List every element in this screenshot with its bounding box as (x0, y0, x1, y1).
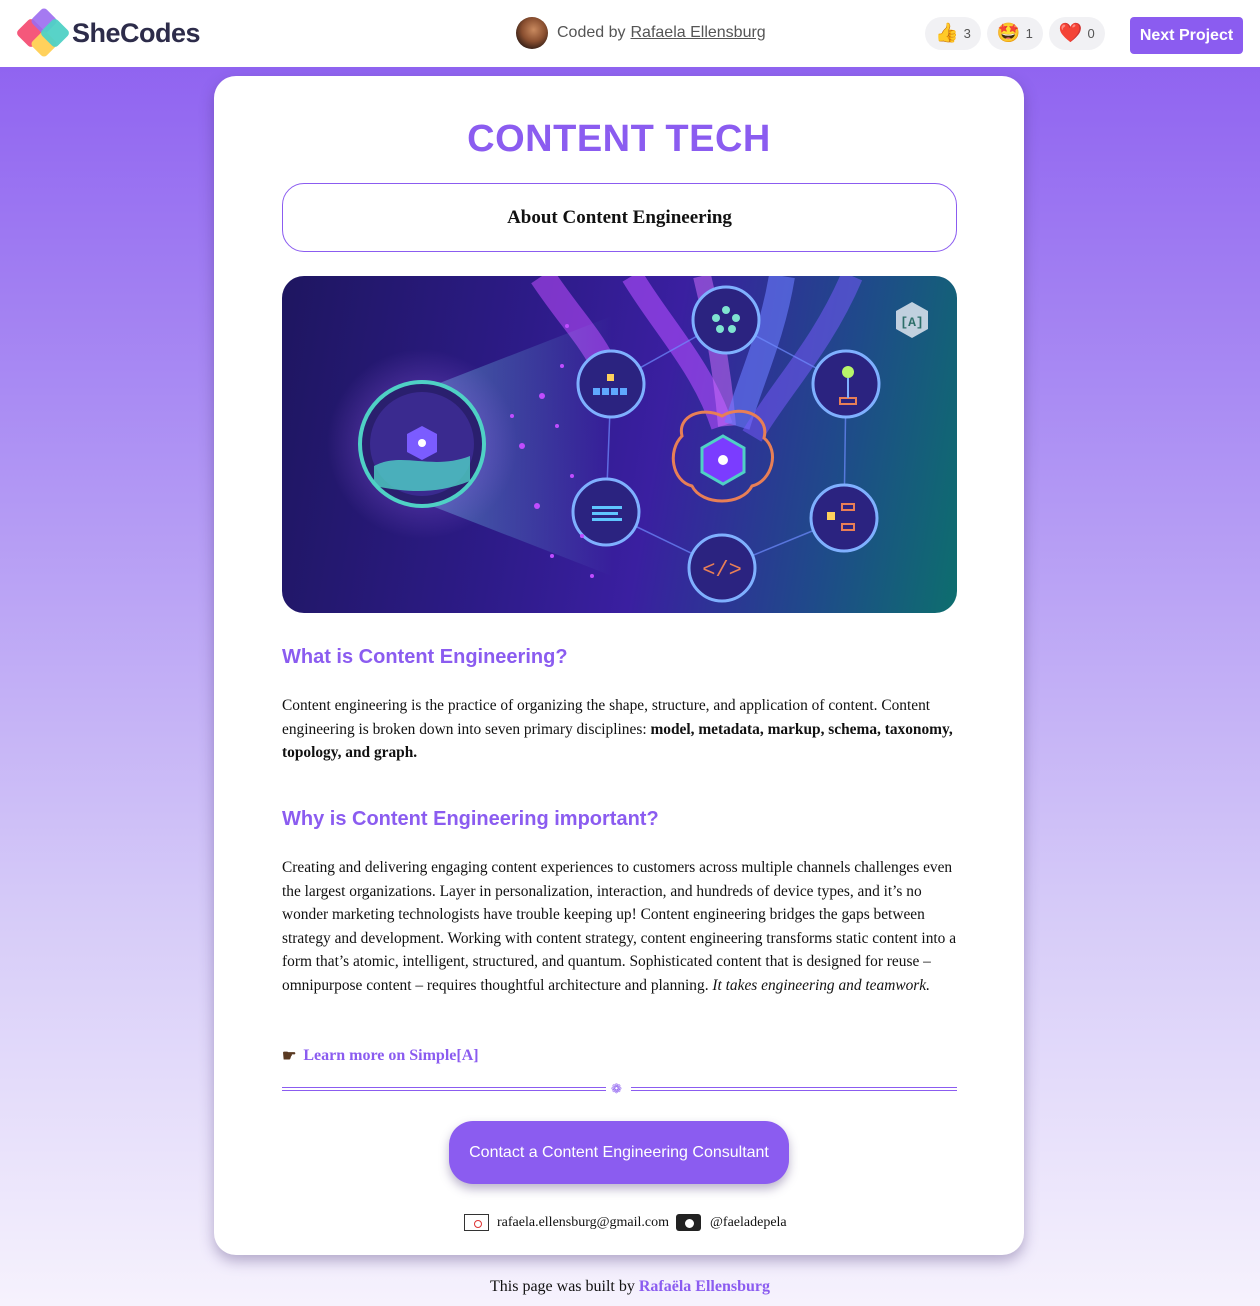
about-heading: About Content Engineering (507, 206, 732, 228)
reactions: 👍 3 🤩 1 ❤️ 0 (925, 17, 1105, 50)
reaction-thumbs-up[interactable]: 👍 3 (925, 17, 981, 50)
next-project-button[interactable]: Next Project (1130, 17, 1243, 54)
reaction-count: 1 (1025, 26, 1033, 41)
reaction-heart[interactable]: ❤️ 0 (1048, 17, 1105, 50)
reaction-count: 3 (963, 26, 971, 41)
top-bar: SheCodes Coded by Rafaela Ellensburg 👍 3… (0, 0, 1260, 67)
section-text-what: Content engineering is the practice of o… (282, 694, 957, 765)
hero-illustration: </> [A] (282, 276, 957, 613)
page-footer: This page was built by Rafaëla Ellensbur… (0, 1278, 1260, 1296)
learn-more-link[interactable]: ☛ Learn more on Simple[A] (282, 1046, 479, 1066)
star-struck-icon: 🤩 (996, 23, 1021, 44)
reaction-star-struck[interactable]: 🤩 1 (986, 17, 1043, 50)
divider: ❁ (282, 1081, 957, 1096)
section-heading-what: What is Content Engineering? (282, 646, 568, 668)
pointing-hand-icon: ☛ (282, 1048, 297, 1065)
section-text-why-body: Creating and delivering engaging content… (282, 859, 957, 994)
footer-prefix: This page was built by (490, 1278, 635, 1295)
heart-icon: ❤️ (1058, 23, 1083, 44)
divider-line-right (631, 1087, 957, 1091)
email-link[interactable]: rafaela.ellensburg@gmail.com (497, 1215, 669, 1231)
contact-consultant-button[interactable]: Contact a Content Engineering Consultant (449, 1121, 789, 1184)
divider-line-left (282, 1087, 606, 1091)
mail-icon (464, 1214, 489, 1231)
thumbs-up-icon: 👍 (935, 23, 959, 44)
simple-a-badge-icon: [A] (900, 315, 923, 330)
section-text-why-italic: It takes engineering and teamwork. (712, 976, 930, 994)
learn-more-label: Learn more on Simple[A] (303, 1047, 479, 1064)
coded-by: Coded by Rafaela Ellensburg (516, 16, 766, 49)
shecodes-logo-icon (16, 8, 70, 58)
contact-info: rafaela.ellensburg@gmail.com @faeladepel… (464, 1214, 787, 1231)
author-link[interactable]: Rafaela Ellensburg (631, 24, 766, 42)
content-card: CONTENT TECH About Content Engineering <… (214, 76, 1024, 1255)
about-heading-box: About Content Engineering (282, 183, 957, 252)
reaction-count: 0 (1087, 26, 1095, 41)
footer-author-link[interactable]: Rafaëla Ellensburg (639, 1278, 770, 1295)
section-heading-why: Why is Content Engineering important? (282, 808, 659, 830)
camera-icon (676, 1214, 702, 1231)
logo-text: SheCodes (72, 17, 201, 48)
gear-icon: ❁ (611, 1081, 622, 1096)
instagram-link[interactable]: @faeladepela (710, 1215, 787, 1231)
author-avatar (516, 16, 548, 49)
section-text-why: Creating and delivering engaging content… (282, 856, 957, 998)
coded-by-label: Coded by (557, 23, 626, 41)
shecodes-logo[interactable]: SheCodes (16, 8, 201, 58)
page-title: CONTENT TECH (467, 118, 771, 160)
svg-text:</>: </> (702, 558, 742, 583)
